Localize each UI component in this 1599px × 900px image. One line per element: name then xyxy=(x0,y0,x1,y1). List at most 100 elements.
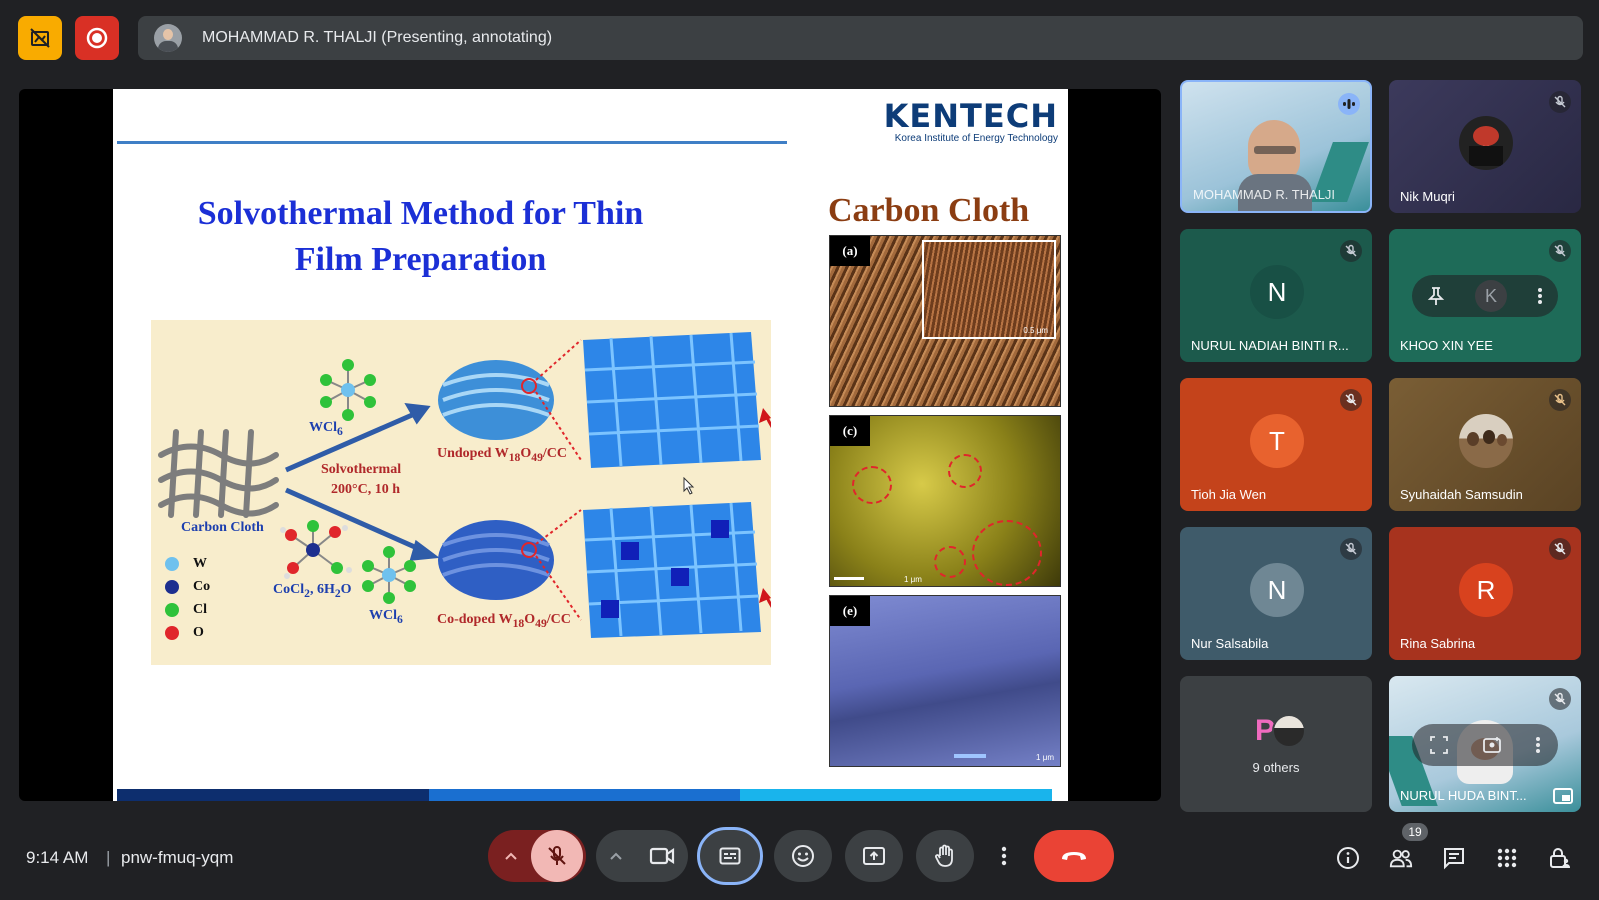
muted-indicator xyxy=(1549,240,1571,262)
more-options-icon[interactable] xyxy=(1535,735,1541,755)
chevron-up-icon xyxy=(610,852,622,860)
video-options-button[interactable] xyxy=(596,851,636,861)
carbon-cloth-label: Carbon Cloth xyxy=(181,520,264,535)
emoji-icon xyxy=(792,845,814,867)
camera-toggle-button[interactable] xyxy=(636,846,688,866)
avatar: R xyxy=(1459,563,1513,617)
synthesis-scheme: Carbon Cloth WCl6 Solvothermal 200°C, 10… xyxy=(151,320,771,665)
avatar xyxy=(1459,414,1513,468)
host-controls-button[interactable] xyxy=(1548,846,1572,870)
sem-image-c: (c) 1 μm xyxy=(829,415,1061,587)
leave-call-button[interactable] xyxy=(1034,830,1114,882)
recording-button[interactable] xyxy=(75,16,119,60)
legend-item: W xyxy=(165,552,210,575)
cursor-icon xyxy=(683,477,695,495)
mic-control-group xyxy=(488,830,586,882)
participant-tile[interactable]: K KHOO XIN YEE xyxy=(1389,229,1581,362)
raise-hand-button[interactable] xyxy=(916,830,974,882)
participant-name: Nur Salsabila xyxy=(1191,636,1269,651)
participant-tile[interactable]: Syuhaidah Samsudin xyxy=(1389,378,1581,511)
more-options-icon[interactable] xyxy=(1537,286,1543,306)
others-tile[interactable]: P 9 others xyxy=(1180,676,1372,812)
tile-hover-controls: K xyxy=(1412,275,1558,317)
captions-button[interactable] xyxy=(697,827,763,885)
presenter-avatar xyxy=(154,24,182,52)
participant-name: NURUL NADIAH BINTI R... xyxy=(1191,338,1349,353)
info-icon xyxy=(1337,847,1359,869)
meeting-time: 9:14 AM xyxy=(26,848,89,867)
visual-effects-icon[interactable] xyxy=(1482,735,1502,755)
audio-options-button[interactable] xyxy=(491,851,531,861)
participant-name: Tioh Jia Wen xyxy=(1191,487,1267,502)
codoped-lattice xyxy=(583,502,761,638)
presenter-bar[interactable]: MOHAMMAD R. THALJI (Presenting, annotati… xyxy=(138,16,1583,60)
participant-tile[interactable]: N Nur Salsabila xyxy=(1180,527,1372,660)
people-icon xyxy=(1389,849,1413,868)
pin-icon[interactable] xyxy=(1427,286,1445,306)
camera-control-group xyxy=(596,830,688,882)
present-screen-button[interactable] xyxy=(845,830,903,882)
undoped-structure xyxy=(438,339,582,461)
legend-item: Co xyxy=(165,575,210,598)
participant-tile[interactable]: NURUL HUDA BINT... xyxy=(1389,676,1581,812)
solvothermal-label: Solvothermal xyxy=(321,462,402,477)
chevron-up-icon xyxy=(505,852,517,860)
activities-button[interactable] xyxy=(1495,846,1519,870)
cocl2-molecule xyxy=(280,520,352,579)
people-button[interactable] xyxy=(1389,846,1413,870)
muted-indicator xyxy=(1549,389,1571,411)
kentech-logo: KENTECH Korea Institute of Energy Techno… xyxy=(883,97,1058,144)
sem-inset: 0.5 μm xyxy=(922,240,1056,339)
tile-hover-controls xyxy=(1412,724,1558,766)
sem-image-a: 0.5 μm (a) xyxy=(829,235,1061,407)
mic-off-icon xyxy=(1554,244,1566,257)
element-legend: W Co Cl O xyxy=(165,552,210,644)
muted-indicator xyxy=(1549,688,1571,710)
participant-name: KHOO XIN YEE xyxy=(1400,338,1493,353)
codoped-label: Co-doped W18O49/CC xyxy=(437,612,571,630)
participant-name: Rina Sabrina xyxy=(1400,636,1476,651)
participant-tile[interactable]: Nik Muqri xyxy=(1389,80,1581,213)
legend-item: Cl xyxy=(165,598,210,621)
mic-off-icon xyxy=(1554,95,1566,108)
video-camera-icon xyxy=(649,847,675,865)
picture-in-picture-icon[interactable] xyxy=(1553,788,1573,804)
annotate-off-icon xyxy=(30,28,50,48)
cocl2-label: CoCl2, 6H2O xyxy=(273,582,352,600)
participant-name: MOHAMMAD R. THALJI xyxy=(1193,187,1336,202)
frame-icon[interactable] xyxy=(1429,735,1449,755)
participant-tile[interactable]: T Tioh Jia Wen xyxy=(1180,378,1372,511)
carbon-cloth-heading: Carbon Cloth xyxy=(828,192,1030,229)
mic-off-icon xyxy=(1345,244,1357,257)
reactions-button[interactable] xyxy=(774,830,832,882)
participant-name: NURUL HUDA BINT... xyxy=(1400,788,1527,803)
annotation-toggle-button[interactable] xyxy=(18,16,62,60)
mic-off-icon xyxy=(1554,393,1566,406)
participant-tile[interactable]: N NURUL NADIAH BINTI R... xyxy=(1180,229,1372,362)
presenter-label: MOHAMMAD R. THALJI (Presenting, annotati… xyxy=(202,29,553,46)
muted-indicator xyxy=(1340,538,1362,560)
speaking-indicator xyxy=(1338,93,1360,115)
mic-toggle-button[interactable] xyxy=(531,830,583,882)
more-vert-icon xyxy=(1001,846,1007,866)
avatar: T xyxy=(1250,414,1304,468)
chat-button[interactable] xyxy=(1442,846,1466,870)
participant-tile[interactable]: MOHAMMAD R. THALJI xyxy=(1180,80,1372,213)
people-count-badge: 19 xyxy=(1402,823,1428,841)
undoped-label: Undoped W18O49/CC xyxy=(437,446,568,464)
mic-off-icon xyxy=(1554,692,1566,705)
more-options-button[interactable] xyxy=(989,830,1019,882)
apps-grid-icon xyxy=(1497,848,1517,868)
mic-off-icon xyxy=(1554,542,1566,555)
participant-tile[interactable]: R Rina Sabrina xyxy=(1389,527,1581,660)
others-avatars: P xyxy=(1248,712,1308,752)
meeting-details-button[interactable] xyxy=(1336,846,1360,870)
muted-indicator xyxy=(1340,389,1362,411)
muted-indicator xyxy=(1549,538,1571,560)
chat-icon xyxy=(1444,848,1464,870)
codoped-structure xyxy=(438,509,582,621)
carbon-cloth-illustration xyxy=(158,429,279,518)
participant-name: Syuhaidah Samsudin xyxy=(1400,487,1523,502)
avatar: N xyxy=(1250,265,1304,319)
presentation-stage[interactable]: KENTECH Korea Institute of Energy Techno… xyxy=(19,89,1161,801)
